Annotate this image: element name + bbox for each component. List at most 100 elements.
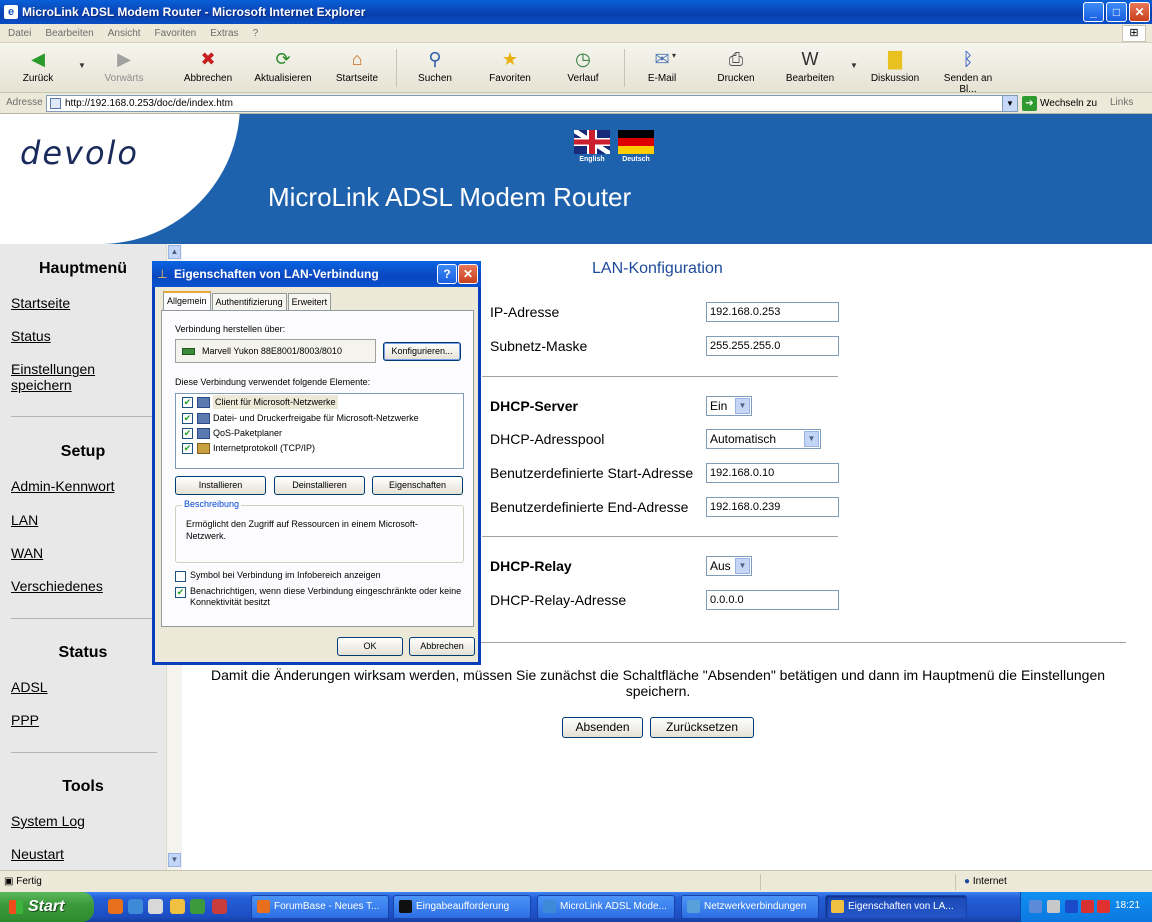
german-flag-icon (618, 130, 654, 154)
mail-dropdown-icon[interactable]: ▾ (672, 51, 676, 60)
checkbox-checked-icon[interactable]: ✔ (182, 412, 193, 424)
sidebar-item-wan[interactable]: WAN (11, 545, 43, 561)
task-lan-properties[interactable]: Eigenschaften von LA... (825, 895, 967, 919)
menu-edit[interactable]: Bearbeiten (45, 28, 93, 39)
ie-quicklaunch-icon[interactable] (128, 899, 143, 914)
bluetooth-icon: ᛒ (962, 49, 974, 69)
task-network-connections[interactable]: Netzwerkverbindungen (681, 895, 819, 919)
history-button[interactable]: ◷ Verlauf (562, 47, 604, 84)
checkbox-checked-icon[interactable]: ✔ (182, 396, 193, 408)
quicklaunch-icon[interactable] (148, 899, 163, 914)
list-item[interactable]: ✔ Datei- und Druckerfreigabe für Microso… (182, 411, 419, 425)
sidebar-item-ppp[interactable]: PPP (11, 712, 39, 728)
volume-icon[interactable] (1047, 900, 1060, 913)
sidebar-item-adsl[interactable]: ADSL (11, 679, 48, 695)
close-button[interactable]: ✕ (1129, 2, 1150, 22)
show-icon-checkbox[interactable]: Symbol bei Verbindung im Infobereich anz… (175, 570, 381, 582)
maximize-button[interactable]: □ (1106, 2, 1127, 22)
page-icon (50, 98, 61, 109)
configure-button[interactable]: Konfigurieren... (383, 342, 461, 361)
back-button[interactable]: ◀ Zurück (18, 47, 58, 84)
file-share-icon (197, 412, 210, 424)
task-forumbase[interactable]: ForumBase - Neues T... (251, 895, 389, 919)
sidebar-item-misc[interactable]: Verschiedenes (11, 578, 103, 594)
list-item[interactable]: ✔ Internetprotokoll (TCP/IP) (182, 441, 315, 455)
install-button[interactable]: Installieren (175, 476, 266, 495)
ie-icon (543, 900, 556, 913)
search-button[interactable]: ⚲ Suchen (414, 47, 456, 84)
task-microlink-ie[interactable]: MicroLink ADSL Mode... (537, 895, 675, 919)
sidebar-item-system-log[interactable]: System Log (11, 813, 85, 829)
minimize-button[interactable]: _ (1083, 2, 1104, 22)
task-command-prompt[interactable]: Eingabeaufforderung (393, 895, 531, 919)
address-input[interactable]: http://192.168.0.253/doc/de/index.htm ▼ (46, 95, 1018, 112)
bluetooth-send-button[interactable]: ᛒ Senden an Bl... (934, 47, 1002, 95)
go-button[interactable]: ➔ Wechseln zu (1022, 96, 1097, 111)
elements-list[interactable]: ✔ Client für Microsoft-Netzwerke ✔ Datei… (175, 393, 464, 469)
pool-select[interactable]: Automatisch ▼ (706, 429, 821, 449)
english-flag-link[interactable]: English (574, 130, 610, 163)
menu-favorites[interactable]: Favoriten (155, 28, 197, 39)
start-address-input[interactable]: 192.168.0.10 (706, 463, 839, 483)
sidebar-item-status[interactable]: Status (11, 328, 51, 344)
quicklaunch-icon[interactable] (170, 899, 185, 914)
forward-button[interactable]: ▶ Vorwärts (100, 47, 148, 84)
bluetooth-tray-icon[interactable] (1065, 900, 1078, 913)
edit-button[interactable]: W Bearbeiten (782, 47, 838, 84)
edit-dropdown-icon[interactable]: ▼ (850, 61, 858, 70)
cancel-button[interactable]: Abbrechen (409, 637, 475, 656)
mask-input[interactable]: 255.255.255.0 (706, 336, 839, 356)
sidebar-item-lan[interactable]: LAN (11, 512, 38, 528)
tab-general[interactable]: Allgemein (163, 291, 211, 310)
ok-button[interactable]: OK (337, 637, 403, 656)
reset-button[interactable]: Zurücksetzen (650, 717, 754, 738)
menu-tools[interactable]: Extras (210, 28, 238, 39)
menu-help[interactable]: ? (253, 28, 259, 39)
submit-button[interactable]: Absenden (562, 717, 643, 738)
address-dropdown-icon[interactable]: ▼ (1002, 96, 1017, 111)
discuss-button[interactable]: ▇ Diskussion (868, 47, 922, 84)
back-dropdown-icon[interactable]: ▼ (78, 61, 86, 70)
sidebar-item-admin-password[interactable]: Admin-Kennwort (11, 478, 115, 494)
list-item[interactable]: ✔ QoS-Paketplaner (182, 426, 282, 440)
tab-authentication[interactable]: Authentifizierung (211, 293, 287, 310)
sidebar-item-save-settings[interactable]: Einstellungen speichern (11, 361, 111, 393)
menu-view[interactable]: Ansicht (108, 28, 141, 39)
notify-checkbox[interactable]: ✔ Benachrichtigen, wenn diese Verbindung… (175, 586, 465, 608)
alert-icon[interactable] (1097, 900, 1110, 913)
dhcp-server-select[interactable]: Ein ▼ (706, 396, 752, 416)
favorites-button[interactable]: ★ Favoriten (484, 47, 536, 84)
firefox-icon[interactable] (108, 899, 123, 914)
antivirus-icon[interactable] (1081, 900, 1094, 913)
tab-advanced[interactable]: Erweitert (287, 293, 332, 310)
list-item[interactable]: ✔ Client für Microsoft-Netzwerke (182, 395, 338, 409)
dhcp-relay-select[interactable]: Aus ▼ (706, 556, 752, 576)
refresh-button[interactable]: ⟳ Aktualisieren (250, 47, 316, 84)
ip-input[interactable]: 192.168.0.253 (706, 302, 839, 322)
checkbox-unchecked-icon[interactable] (175, 571, 186, 582)
checkbox-checked-icon[interactable]: ✔ (182, 442, 193, 454)
quicklaunch-icon[interactable] (190, 899, 205, 914)
help-button[interactable]: ? (437, 264, 457, 284)
scroll-up-icon[interactable]: ▲ (168, 245, 181, 259)
uninstall-button[interactable]: Deinstallieren (274, 476, 365, 495)
end-address-input[interactable]: 192.168.0.239 (706, 497, 839, 517)
stop-button[interactable]: ✖ Abbrechen (180, 47, 236, 84)
dialog-close-button[interactable]: ✕ (458, 264, 478, 284)
properties-button[interactable]: Eigenschaften (372, 476, 463, 495)
german-flag-link[interactable]: Deutsch (618, 130, 654, 163)
scroll-down-icon[interactable]: ▼ (168, 853, 181, 867)
home-button[interactable]: ⌂ Startseite (330, 47, 384, 84)
sidebar-item-startseite[interactable]: Startseite (11, 295, 70, 311)
checkbox-checked-icon[interactable]: ✔ (182, 427, 193, 439)
network-icon: ⊥ (157, 267, 168, 281)
start-button[interactable]: Start (0, 892, 94, 922)
checkbox-checked-icon[interactable]: ✔ (175, 587, 186, 598)
sidebar-item-restart[interactable]: Neustart (11, 846, 64, 862)
print-button[interactable]: ⎙ Drucken (714, 47, 758, 84)
relay-address-input[interactable]: 0.0.0.0 (706, 590, 839, 610)
links-button[interactable]: Links (1110, 97, 1133, 108)
menu-file[interactable]: Datei (8, 28, 31, 39)
network-tray-icon[interactable] (1029, 900, 1042, 913)
quicklaunch-icon[interactable] (212, 899, 227, 914)
